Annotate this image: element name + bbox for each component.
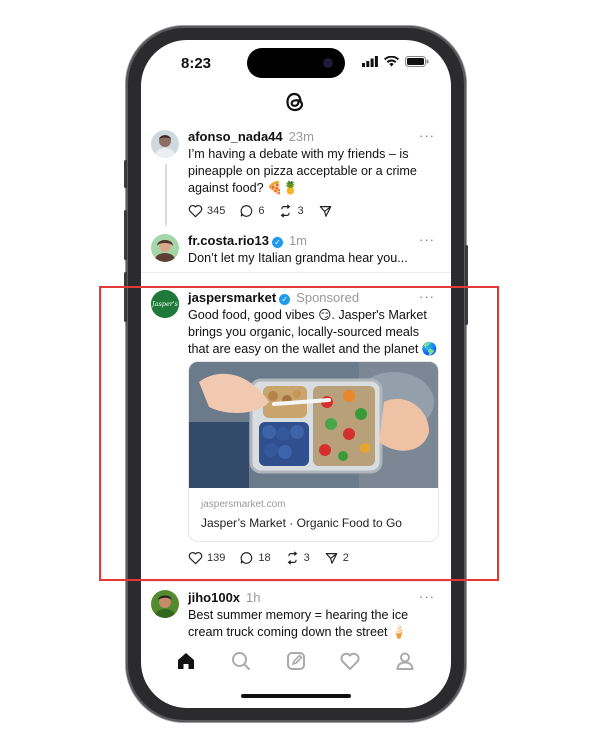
post-time: 1m (288, 233, 307, 248)
post-username[interactable]: jiho100x 1h (188, 590, 261, 605)
like-button[interactable]: 345 (188, 204, 225, 218)
divider (141, 581, 451, 582)
phone-mute-button (124, 160, 127, 188)
heart-icon (188, 204, 203, 218)
post-username[interactable]: fr.costa.rio13 ✓ 1m (188, 233, 307, 248)
compose-icon[interactable] (285, 650, 307, 672)
repost-button[interactable]: 3 (278, 204, 304, 218)
more-options-icon[interactable]: ··· (419, 128, 435, 143)
home-indicator (241, 694, 351, 698)
signal-icon (362, 56, 378, 67)
post-actions: 345 6 3 (188, 204, 333, 218)
repost-icon (281, 204, 291, 218)
repost-count: 3 (297, 205, 304, 217)
comment-icon (241, 205, 253, 217)
ad-highlight-box (99, 286, 499, 581)
profile-icon[interactable] (394, 650, 416, 672)
reply-count: 6 (258, 205, 265, 217)
threads-logo-icon[interactable] (281, 88, 309, 116)
avatar[interactable] (151, 590, 179, 618)
post-time: 1h (246, 590, 261, 605)
activity-heart-icon[interactable] (339, 650, 361, 672)
verified-badge-icon: ✓ (271, 237, 283, 248)
post-username[interactable]: afonso_nada44 23m (188, 129, 314, 144)
post-text: Best summer memory = hearing the ice cre… (188, 608, 409, 639)
post-time: 23m (288, 129, 314, 144)
more-options-icon[interactable]: ··· (419, 589, 435, 604)
like-count: 345 (207, 205, 226, 217)
battery-icon (405, 56, 429, 67)
post-text: Don’t let my Italian grandma hear you... (188, 251, 408, 265)
more-options-icon[interactable]: ··· (419, 232, 435, 247)
avatar[interactable] (151, 130, 179, 158)
share-icon (319, 206, 331, 217)
search-icon[interactable] (230, 650, 252, 672)
dynamic-island (247, 48, 345, 78)
home-icon[interactable] (175, 650, 197, 672)
bottom-tab-bar (141, 640, 451, 680)
wifi-icon (384, 56, 399, 67)
status-time: 8:23 (181, 55, 212, 72)
share-button[interactable] (318, 204, 333, 218)
post-text: I’m having a debate with my friends – is… (188, 147, 417, 195)
divider (141, 272, 451, 273)
phone-volume-up-button (124, 210, 127, 260)
reply-button[interactable]: 6 (239, 204, 264, 218)
status-icons (362, 56, 429, 67)
avatar[interactable] (151, 234, 179, 262)
thread-line (165, 164, 167, 226)
